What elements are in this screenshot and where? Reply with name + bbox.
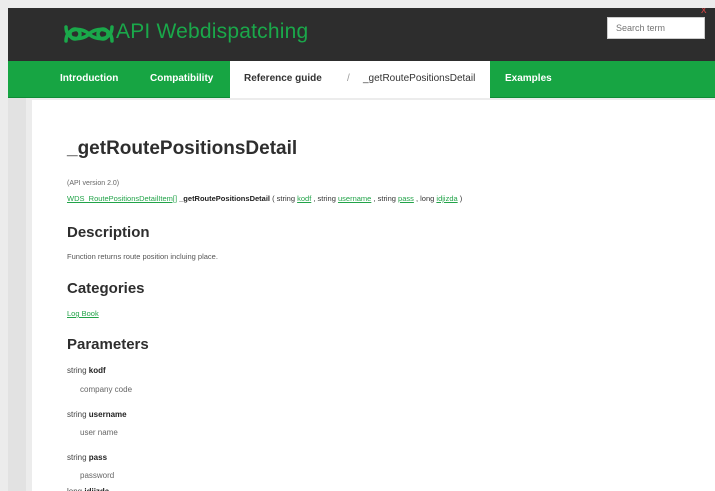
description-heading: Description (67, 224, 150, 241)
signature-text: , string (373, 194, 399, 203)
category-link[interactable]: Log Book (67, 309, 99, 318)
return-type-link[interactable]: WDS_RoutePositionsDetailItem[] (67, 194, 177, 203)
param-name: string kodf (67, 366, 106, 375)
param-type: string (67, 366, 87, 375)
param-link-pass[interactable]: pass (398, 194, 414, 203)
param-type: long (67, 487, 82, 491)
search-input[interactable] (607, 17, 705, 39)
param-description: company code (80, 385, 133, 394)
parameters-heading: Parameters (67, 336, 149, 353)
breadcrumb: Reference guide / _getRoutePositionsDeta… (230, 61, 490, 98)
param-type: string (67, 410, 87, 419)
param-identifier: idjizda (84, 487, 109, 491)
browser-viewport: API Webdispatching x Introduction Compat… (8, 8, 715, 491)
top-header: API Webdispatching x (8, 8, 715, 61)
param-description: password (80, 471, 115, 480)
param-identifier: pass (88, 453, 108, 462)
breadcrumb-current[interactable]: _getRoutePositionsDetail (363, 61, 475, 97)
param-identifier: username (88, 410, 127, 419)
param-identifier: kodf (88, 366, 106, 375)
param-type: string (67, 453, 87, 462)
nav-reference-guide[interactable]: Reference guide (244, 61, 322, 97)
breadcrumb-separator: / (347, 73, 350, 84)
api-version: (API version 2.0) (67, 180, 120, 187)
signature-text: , long (415, 194, 437, 203)
param-link-idjizda[interactable]: idjizda (436, 194, 457, 203)
close-icon[interactable]: x (701, 8, 707, 16)
description-text: Function returns route position incluing… (67, 252, 218, 261)
param-link-username[interactable]: username (338, 194, 371, 203)
signature-text: ( string (272, 194, 298, 203)
main-content: _getRoutePositionsDetail (API version 2.… (32, 100, 715, 491)
param-name: string pass (67, 453, 107, 462)
page-title: _getRoutePositionsDetail (67, 138, 298, 159)
signature-text: ) (459, 194, 463, 203)
function-name: _getRoutePositionsDetail (179, 194, 270, 203)
sidebar-strip (8, 98, 26, 491)
function-signature: WDS_RoutePositionsDetailItem[] _getRoute… (67, 194, 462, 203)
logo-icon[interactable] (60, 19, 118, 49)
nav-examples[interactable]: Examples (505, 61, 552, 97)
param-name: long idjizda (67, 487, 109, 491)
categories-list: Log Book (67, 309, 99, 318)
param-name: string username (67, 410, 127, 419)
categories-heading: Categories (67, 280, 145, 297)
nav-compatibility[interactable]: Compatibility (150, 61, 213, 97)
site-title[interactable]: API Webdispatching (116, 20, 308, 44)
signature-text: , string (313, 194, 338, 203)
param-link-kodf[interactable]: kodf (297, 194, 311, 203)
param-description: user name (80, 428, 118, 437)
nav-introduction[interactable]: Introduction (60, 61, 118, 97)
